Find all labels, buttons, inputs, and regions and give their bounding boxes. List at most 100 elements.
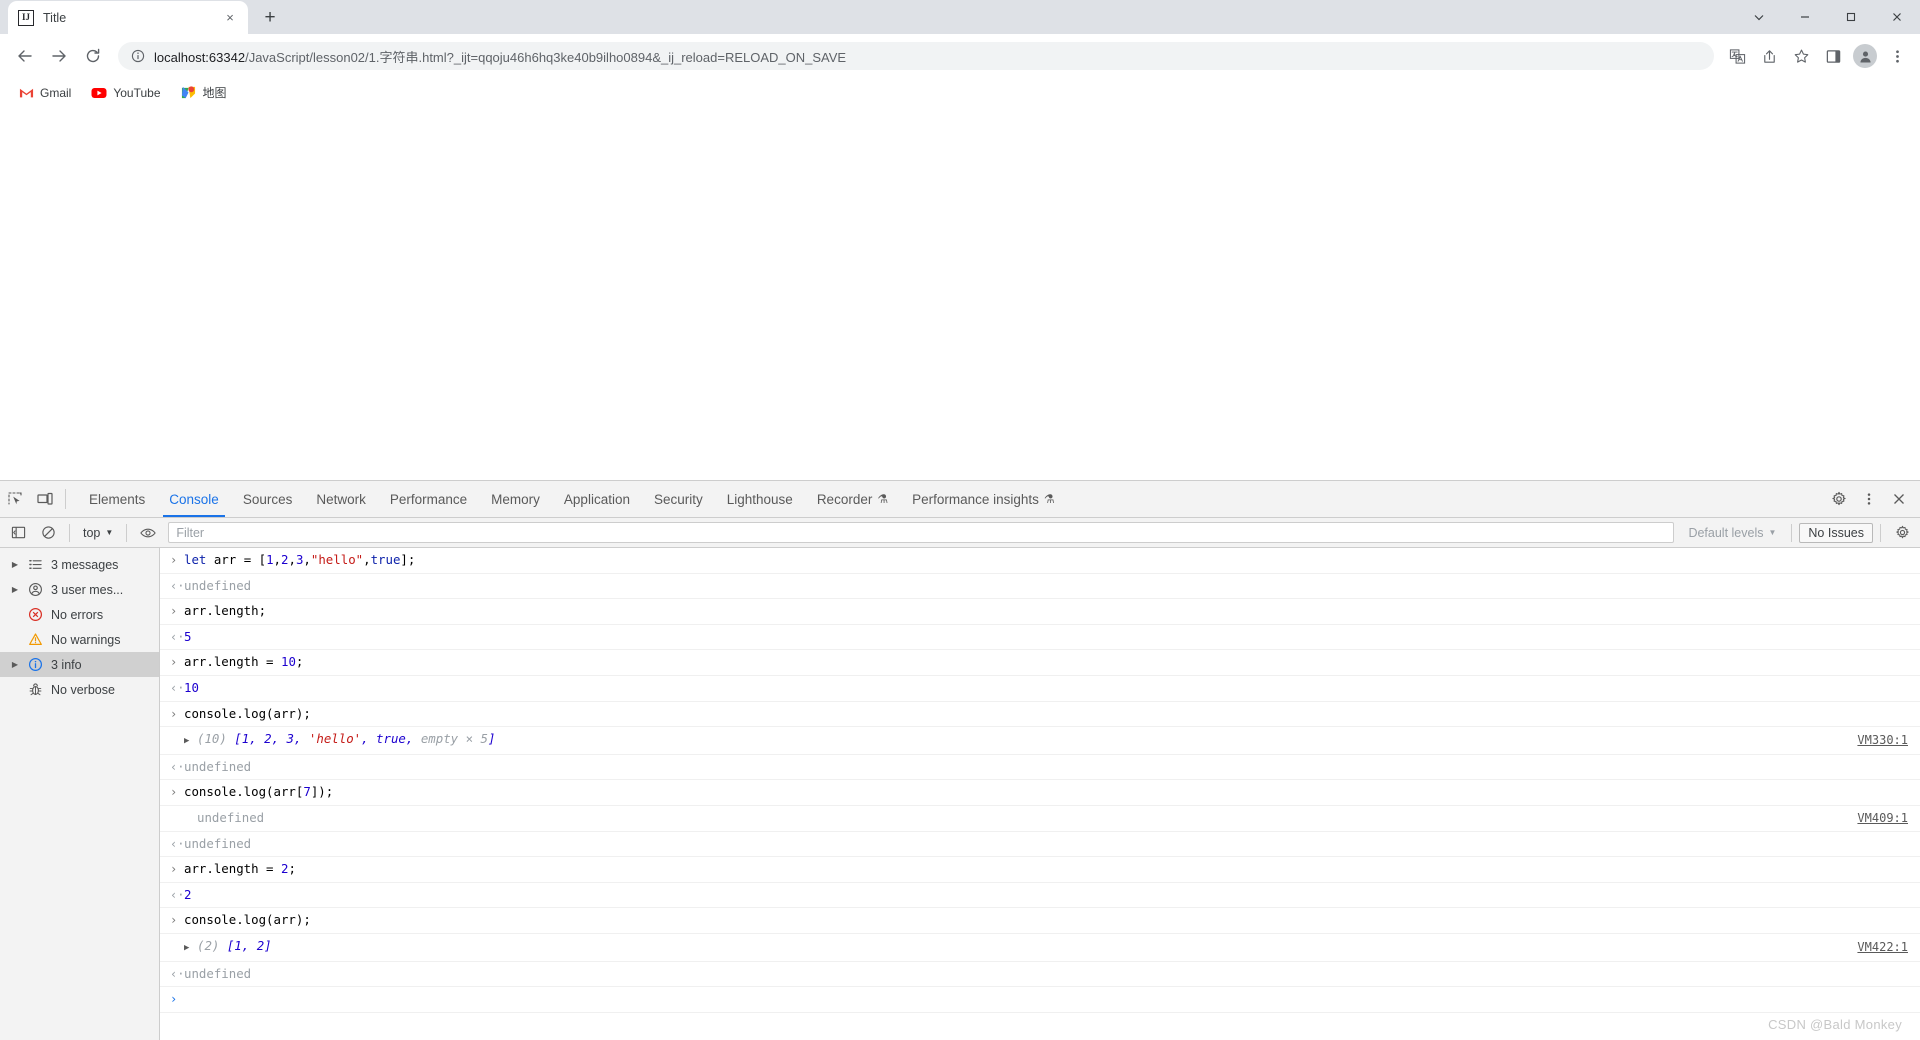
console-sidebar-item-info[interactable]: ▶ 3 info — [0, 652, 159, 677]
bug-icon — [27, 682, 44, 697]
address-bar-url: localhost:63342/JavaScript/lesson02/1.字符… — [154, 47, 846, 66]
expand-triangle-icon[interactable]: ▶ — [184, 936, 197, 961]
console-source-link[interactable]: VM409:1 — [1857, 806, 1908, 831]
maximize-icon[interactable] — [1828, 0, 1874, 34]
console-input-arrow-icon: › — [170, 604, 178, 619]
console-settings-gear-icon[interactable] — [1888, 520, 1916, 546]
console-source-link[interactable]: VM422:1 — [1857, 935, 1908, 960]
address-bar[interactable]: localhost:63342/JavaScript/lesson02/1.字符… — [118, 42, 1714, 70]
console-output[interactable]: › let arr = [1,2,3,"hello",true]; ‹· undefi… — [160, 548, 1920, 1040]
new-tab-button[interactable]: + — [256, 3, 284, 31]
issues-button[interactable]: No Issues — [1799, 522, 1873, 543]
console-row-logplain: undefined VM409:1 — [160, 806, 1920, 832]
devtools-tab-security[interactable]: Security — [642, 481, 715, 517]
minimize-icon[interactable] — [1782, 0, 1828, 34]
gmail-icon — [18, 85, 34, 101]
eye-icon[interactable] — [134, 520, 162, 546]
devtools-tab-console[interactable]: Console — [157, 481, 231, 517]
devtools-tab-network[interactable]: Network — [304, 481, 378, 517]
devtools-tab-performance-insights[interactable]: Performance insights ⚗ — [900, 481, 1067, 517]
url-path: /JavaScript/lesson02/1.字符串.html?_ijt=qqo… — [245, 49, 847, 65]
devtools-tab-recorder[interactable]: Recorder ⚗ — [805, 481, 900, 517]
expand-arrow-icon[interactable]: ▶ — [10, 660, 20, 669]
console-sidebar-item-label: 3 user mes... — [51, 582, 124, 597]
avatar-circle — [1853, 44, 1877, 68]
profile-avatar[interactable] — [1850, 41, 1880, 71]
console-filter-input[interactable]: Filter — [168, 522, 1675, 543]
expand-arrow-icon[interactable]: ▶ — [10, 585, 20, 594]
console-sidebar-item-list[interactable]: ▶ 3 messages — [0, 552, 159, 577]
devtools-panel: Elements Console Sources Network Performance… — [0, 480, 1920, 1040]
window-controls — [1736, 0, 1920, 34]
console-row-output: ‹· undefined — [160, 574, 1920, 600]
console-sidebar-item-bug[interactable]: No verbose — [0, 677, 159, 702]
bookmark-youtube-label: YouTube — [113, 85, 161, 100]
settings-gear-icon[interactable] — [1824, 491, 1854, 507]
close-icon[interactable] — [1874, 0, 1920, 34]
devtools-tab-bar: Elements Console Sources Network Performance… — [0, 481, 1920, 518]
console-context-selector[interactable]: top ▼ — [77, 526, 119, 540]
devtools-tab-memory[interactable]: Memory — [479, 481, 552, 517]
devtools-close-icon[interactable] — [1884, 491, 1914, 507]
bookmark-star-icon[interactable] — [1786, 41, 1816, 71]
console-row-text: undefined — [184, 965, 252, 981]
chevron-down-icon-levels: ▼ — [1768, 528, 1777, 537]
console-row-input: › arr.length = 2; — [160, 857, 1920, 883]
inspect-element-icon[interactable] — [0, 481, 30, 517]
bookmark-gmail[interactable]: Gmail — [10, 82, 79, 104]
console-row-text: console.log(arr[7]); — [184, 784, 334, 800]
console-sidebar-item-label: 3 messages — [51, 557, 119, 572]
console-row-input: › let arr = [1,2,3,"hello",true]; — [160, 548, 1920, 574]
console-sidebar-item-user[interactable]: ▶ 3 user mes... — [0, 577, 159, 602]
device-toolbar-icon[interactable] — [30, 481, 60, 517]
console-output-arrow-icon: ‹· — [170, 680, 185, 695]
devtools-more-icon[interactable] — [1854, 491, 1884, 507]
clear-console-icon[interactable] — [34, 520, 62, 546]
devtools-tab-label: Sources — [242, 491, 293, 507]
browser-window: IJ Title × + localhost:63342/JavaScript/… — [0, 0, 1920, 1040]
reload-icon[interactable] — [76, 39, 110, 73]
devtools-tab-sources[interactable]: Sources — [231, 481, 305, 517]
tab-close-icon[interactable]: × — [222, 10, 238, 26]
console-sidebar-item-warning[interactable]: No warnings — [0, 627, 159, 652]
console-row-input: › console.log(arr[7]); — [160, 780, 1920, 806]
translate-icon[interactable] — [1722, 41, 1752, 71]
chrome-menu-icon[interactable] — [1882, 41, 1912, 71]
console-output-arrow-icon: ‹· — [170, 759, 185, 774]
devtools-tab-performance[interactable]: Performance — [378, 481, 479, 517]
forward-arrow-icon[interactable] — [42, 39, 76, 73]
console-row-output: ‹· undefined — [160, 832, 1920, 858]
expand-triangle-icon[interactable]: ▶ — [184, 729, 197, 754]
console-input-arrow-icon: › — [170, 992, 178, 1007]
console-output-arrow-icon: ‹· — [170, 629, 185, 644]
console-log-levels-label: Default levels — [1688, 525, 1764, 540]
console-sidebar-item-error[interactable]: No errors — [0, 602, 159, 627]
filterbar-divider-4 — [1880, 523, 1881, 542]
back-arrow-icon[interactable] — [8, 39, 42, 73]
side-panel-icon[interactable] — [1818, 41, 1848, 71]
console-source-link[interactable]: VM330:1 — [1857, 728, 1908, 753]
console-input-arrow-icon: › — [170, 913, 178, 928]
expand-arrow-icon[interactable]: ▶ — [10, 560, 20, 569]
console-log-levels-dropdown[interactable]: Default levels ▼ — [1680, 526, 1784, 540]
browser-tab[interactable]: IJ Title × — [8, 1, 248, 34]
filterbar-divider-1 — [69, 523, 70, 542]
bookmark-youtube[interactable]: YouTube — [83, 82, 168, 104]
devtools-tab-label: Elements — [89, 491, 146, 507]
console-sidebar-item-label: No verbose — [51, 682, 115, 697]
console-sidebar-toggle-icon[interactable] — [4, 520, 32, 546]
console-context-label: top — [83, 525, 101, 540]
devtools-tab-label: Network — [316, 491, 366, 507]
devtools-tab-application[interactable]: Application — [552, 481, 642, 517]
share-icon[interactable] — [1754, 41, 1784, 71]
devtools-tab-elements[interactable]: Elements — [77, 481, 157, 517]
console-row-prompt[interactable]: › — [160, 987, 1920, 1013]
console-row-text: arr.length; — [184, 603, 267, 619]
bookmark-maps[interactable]: 地图 — [173, 81, 235, 104]
console-output-arrow-icon: ‹· — [170, 836, 185, 851]
site-info-icon[interactable] — [130, 48, 146, 64]
tab-search-chevron-down-icon[interactable] — [1736, 0, 1782, 34]
console-row-text: ▶ (10) [1, 2, 3, 'hello', true, empty × 5… — [184, 727, 1908, 754]
devtools-tab-lighthouse[interactable]: Lighthouse — [715, 481, 805, 517]
console-row-text: 2 — [184, 886, 192, 902]
